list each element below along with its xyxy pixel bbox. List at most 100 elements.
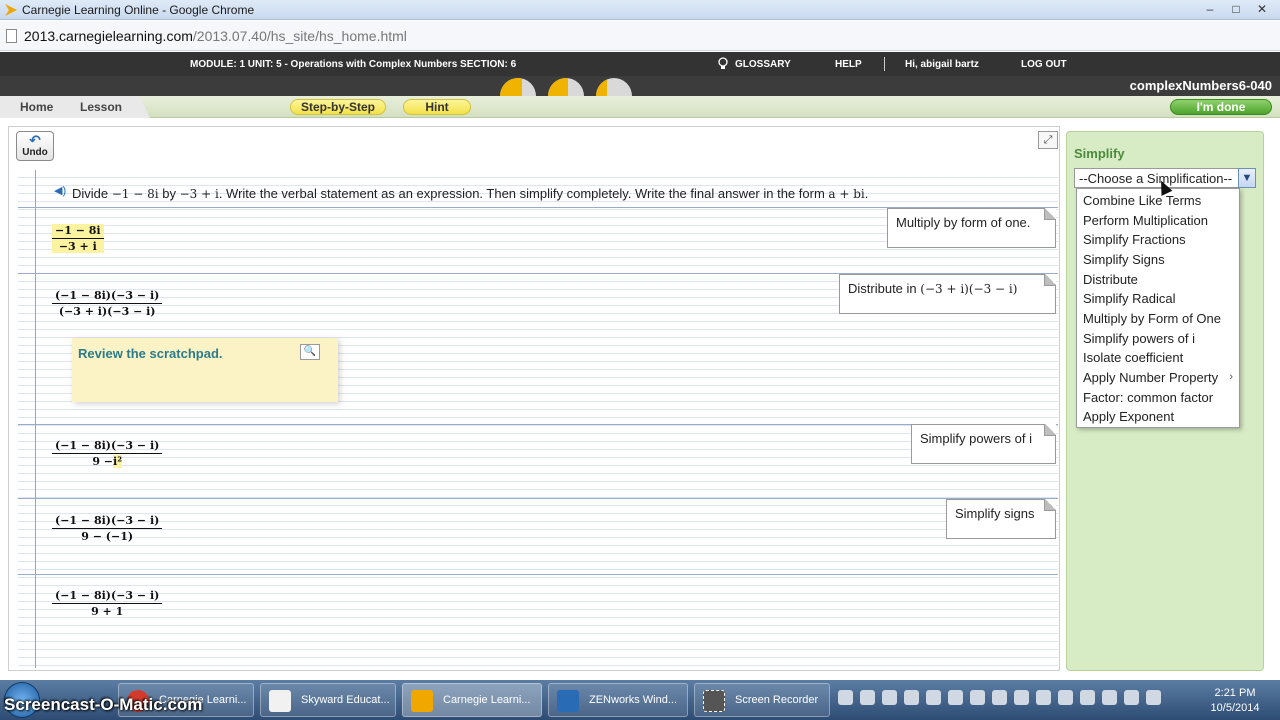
denominator-highlight: i² (113, 455, 123, 468)
option-simplify-powers-of-i[interactable]: Simplify powers of i (1083, 331, 1195, 346)
work-row-1-expression[interactable]: −1 − 8i −3 + i (52, 224, 104, 253)
problem-period: . (864, 186, 869, 201)
undo-label: Undo (22, 147, 48, 158)
step-math: (−3 + i)(−3 − i) (920, 282, 1018, 296)
row-divider (18, 574, 1058, 575)
work-row-4-expression[interactable]: (−1 − 8i)(−3 − i) 9 − (−1) (52, 514, 163, 543)
taskbar-item-zenworks[interactable]: ZENworks Wind... (548, 683, 688, 717)
tray-icon[interactable] (992, 690, 1007, 705)
option-simplify-fractions[interactable]: Simplify Fractions (1083, 232, 1186, 247)
tray-icon[interactable] (1146, 690, 1161, 705)
address-bar[interactable]: 2013.carnegielearning.com/2013.07.40/hs_… (0, 21, 1280, 51)
done-button[interactable]: I'm done (1170, 99, 1272, 115)
tray-icon[interactable] (838, 690, 853, 705)
step-label: Distribute in (848, 281, 917, 296)
skill-meter-3 (596, 78, 632, 96)
clock[interactable]: 2:21 PM 10/5/2014 (1206, 686, 1264, 716)
work-row-4-step[interactable]: Simplify signs (946, 499, 1056, 539)
tray-icon[interactable] (1036, 690, 1051, 705)
clock-date: 10/5/2014 (1210, 702, 1260, 714)
minimize-button[interactable]: – (1198, 1, 1222, 18)
option-combine-like-terms[interactable]: Combine Like Terms (1083, 193, 1201, 208)
screencast-watermark: Screencast-O-Matic.com (4, 695, 203, 714)
option-isolate-coefficient[interactable]: Isolate coefficient (1083, 350, 1183, 365)
tray-icon[interactable] (860, 690, 875, 705)
step-by-step-button[interactable]: Step-by-Step (290, 99, 386, 115)
tray-icon[interactable] (948, 690, 963, 705)
page-icon (6, 29, 17, 43)
option-distribute[interactable]: Distribute (1083, 272, 1138, 287)
taskbar-item-screen-recorder[interactable]: Screen Recorder (694, 683, 830, 717)
close-button[interactable]: ✕ (1250, 1, 1274, 18)
fraction-numerator: (−1 − 8i)(−3 − i) (52, 289, 163, 304)
url-text[interactable]: 2013.carnegielearning.com/2013.07.40/hs_… (24, 28, 407, 44)
work-row-3-step[interactable]: Simplify powers of i (911, 424, 1056, 464)
taskbar-item-carnegie-2[interactable]: Carnegie Learni... (402, 683, 542, 717)
tray-icon[interactable] (1124, 690, 1139, 705)
work-row-1-step[interactable]: Multiply by form of one. (887, 208, 1056, 248)
scratchpad-text: Review the scratchpad. (78, 346, 223, 361)
taskbar-label: Skyward Educat... (301, 694, 390, 706)
scratchpad-note[interactable]: Review the scratchpad. 🔍 (72, 338, 338, 402)
tray-icon[interactable] (1058, 690, 1073, 705)
zoom-icon[interactable]: 🔍 (300, 344, 320, 360)
option-simplify-signs[interactable]: Simplify Signs (1083, 252, 1165, 267)
tray-icon[interactable] (1102, 690, 1117, 705)
option-simplify-radical[interactable]: Simplify Radical (1083, 291, 1175, 306)
work-row-2-step[interactable]: Distribute in (−3 + i)(−3 − i) (839, 274, 1056, 314)
carnegie-icon (411, 690, 433, 712)
work-row-2-expression[interactable]: (−1 − 8i)(−3 − i) (−3 + i)(−3 − i) (52, 289, 163, 318)
zenworks-icon (557, 690, 579, 712)
undo-button[interactable]: ↶ Undo (16, 131, 54, 161)
tray-icon[interactable] (882, 690, 897, 705)
problem-rest: . Write the verbal statement as an expre… (218, 186, 825, 201)
help-link[interactable]: HELP (835, 59, 862, 70)
step-label: Simplify powers of i (920, 431, 1032, 446)
hint-button[interactable]: Hint (403, 99, 471, 115)
breadcrumb-lesson[interactable]: Lesson (80, 100, 122, 114)
user-greeting: Hi, abigail bartz (905, 59, 979, 70)
simplification-dropdown: Combine Like Terms Perform Multiplicatio… (1076, 188, 1240, 428)
undo-arrow-icon: ↶ (29, 132, 41, 148)
tray-icon[interactable] (904, 690, 919, 705)
tray-icon[interactable] (926, 690, 941, 705)
breadcrumb-home[interactable]: Home (20, 100, 53, 114)
problem-id-bar: complexNumbers6-040 (0, 76, 1280, 96)
system-tray (838, 690, 1161, 705)
glossary-link[interactable]: GLOSSARY (735, 59, 791, 70)
speaker-icon[interactable]: ◀) (54, 184, 66, 197)
fold-corner (1044, 274, 1056, 286)
work-row-3-expression[interactable]: (−1 − 8i)(−3 − i) 9 −i² (52, 439, 163, 468)
work-row-5-expression[interactable]: (−1 − 8i)(−3 − i) 9 + 1 (52, 589, 163, 618)
document-icon (269, 690, 291, 712)
tray-icon[interactable] (1080, 690, 1095, 705)
option-apply-number-property[interactable]: Apply Number Property (1083, 370, 1218, 385)
problem-id: complexNumbers6-040 (1129, 78, 1272, 93)
fraction-denominator: (−3 + i)(−3 − i) (58, 305, 156, 318)
option-apply-exponent[interactable]: Apply Exponent (1083, 409, 1174, 424)
problem-divisor: −3 + i (179, 187, 219, 201)
maximize-button[interactable]: □ (1224, 1, 1248, 18)
fraction-denominator: 9 + 1 (91, 605, 124, 618)
problem-dividend: −1 − 8i (111, 187, 159, 201)
row-divider (18, 498, 1058, 499)
url-host: 2013.carnegielearning.com (24, 28, 193, 44)
option-perform-multiplication[interactable]: Perform Multiplication (1083, 213, 1208, 228)
taskbar-item-skyward[interactable]: Skyward Educat... (260, 683, 396, 717)
chevron-down-icon[interactable]: ▼ (1238, 168, 1256, 188)
recorder-icon (703, 690, 725, 712)
nav-strip: Home Lesson Step-by-Step Hint I'm done (0, 96, 1280, 118)
option-factor-common-factor[interactable]: Factor: common factor (1083, 390, 1213, 405)
row-divider (18, 424, 1058, 425)
breadcrumb: Home Lesson (0, 96, 150, 118)
expand-icon[interactable]: ⤢ (1038, 131, 1058, 149)
fold-corner (1044, 499, 1056, 511)
logout-link[interactable]: LOG OUT (1021, 59, 1067, 70)
skill-meter-1 (500, 78, 536, 96)
tray-icon[interactable] (1014, 690, 1029, 705)
module-info: MODULE: 1 UNIT: 5 - Operations with Comp… (190, 59, 517, 70)
divider (884, 57, 885, 71)
tray-icon[interactable] (970, 690, 985, 705)
option-multiply-by-form-of-one[interactable]: Multiply by Form of One (1083, 311, 1221, 326)
fold-corner (1044, 424, 1056, 436)
